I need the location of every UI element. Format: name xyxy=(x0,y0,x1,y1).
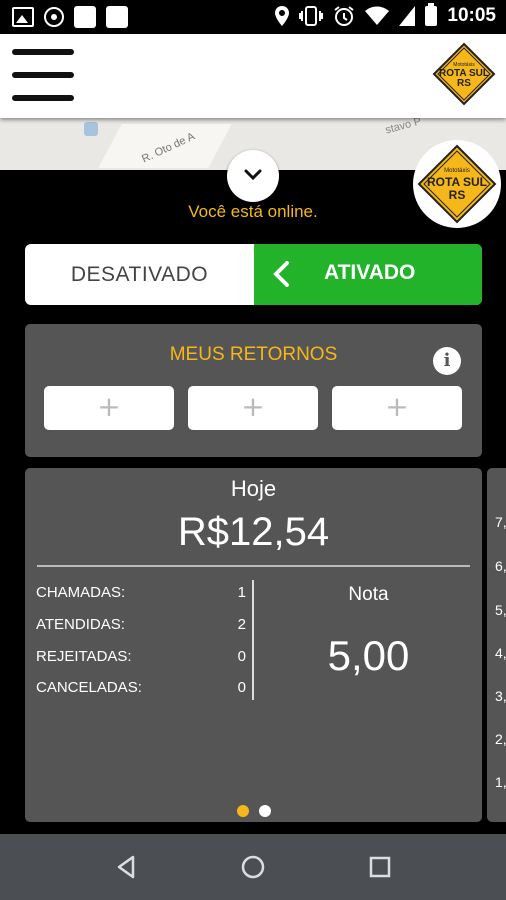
nota-value: 5,00 xyxy=(327,632,410,679)
stat-label: CHAMADAS: xyxy=(36,584,126,601)
location-pin-icon xyxy=(275,6,290,26)
toggle-on-option[interactable]: ATIVADO xyxy=(254,244,482,305)
add-retorno-button[interactable]: + xyxy=(332,386,462,430)
page-dot[interactable] xyxy=(258,805,271,817)
add-retorno-button[interactable]: + xyxy=(188,386,318,430)
nota-label: Nota xyxy=(348,584,389,605)
peek-value: 7, xyxy=(495,514,506,530)
daily-summary-card[interactable]: Hoje R$12,54 CHAMADAS: 1 ATENDIDAS: 2 RE… xyxy=(25,468,482,822)
stat-value: 0 xyxy=(237,648,246,665)
svg-text:Mototáxis: Mototáxis xyxy=(444,168,470,174)
app-square-icon xyxy=(106,6,128,28)
stat-value: 2 xyxy=(237,616,246,633)
app-bar: Mototáxis ROTA SUL RS xyxy=(0,34,506,118)
chevron-left-icon xyxy=(273,261,289,287)
system-nav-bar xyxy=(0,834,506,900)
stat-value: 1 xyxy=(237,584,246,601)
vibrate-icon xyxy=(299,6,324,26)
toggle-off-option[interactable]: DESATIVADO xyxy=(25,244,254,305)
image-icon xyxy=(12,7,34,27)
toggle-on-label: ATIVADO xyxy=(324,261,416,284)
collapse-map-button[interactable] xyxy=(227,150,279,202)
retornos-title: MEUS RETORNOS xyxy=(169,344,338,365)
peek-value: 2, xyxy=(495,731,506,747)
hamburger-menu-icon[interactable] xyxy=(12,49,74,101)
rota-sul-logo: Mototáxis ROTA SUL RS xyxy=(432,42,496,106)
page-indicator xyxy=(25,805,482,817)
svg-text:RS: RS xyxy=(457,78,471,89)
divider xyxy=(37,565,470,567)
battery-icon xyxy=(425,3,438,26)
toggle-off-label: DESATIVADO xyxy=(70,262,209,286)
info-icon[interactable]: i xyxy=(433,347,461,375)
status-bar-system: 10:05 xyxy=(275,3,496,27)
meus-retornos-panel: MEUS RETORNOS i + + + xyxy=(25,324,482,457)
page-dot-active[interactable] xyxy=(236,805,249,817)
stat-label: CANCELADAS: xyxy=(36,679,142,696)
status-bar: 10:05 xyxy=(0,0,506,34)
svg-text:ROTA SUL: ROTA SUL xyxy=(427,175,487,189)
peek-value: 1, xyxy=(495,774,506,790)
stat-label: ATENDIDAS: xyxy=(36,616,125,633)
map-poi-icon xyxy=(84,122,98,136)
signal-icon xyxy=(399,6,416,26)
alarm-icon xyxy=(334,6,354,26)
vertical-divider xyxy=(252,580,254,700)
availability-toggle[interactable]: DESATIVADO ATIVADO xyxy=(25,244,482,305)
stat-label: REJEITADAS: xyxy=(36,648,132,665)
location-target-icon xyxy=(44,7,64,27)
map-street-label: stavo P xyxy=(384,118,423,137)
status-bar-notifications xyxy=(12,6,128,28)
stat-value: 0 xyxy=(237,679,246,696)
summary-period: Hoje xyxy=(230,476,277,501)
summary-amount: R$12,54 xyxy=(177,510,330,554)
rota-sul-logo-badge: Mototáxis ROTA SUL RS xyxy=(413,140,501,228)
svg-text:RS: RS xyxy=(449,188,466,202)
wifi-icon xyxy=(365,6,390,25)
peek-value: 4, xyxy=(495,645,506,661)
chevron-down-icon xyxy=(244,169,262,181)
recents-icon[interactable] xyxy=(366,853,394,881)
app-square-icon xyxy=(74,6,96,28)
clock: 10:05 xyxy=(447,5,496,26)
peek-value: 6, xyxy=(495,558,506,574)
peek-value: 3, xyxy=(495,688,506,704)
next-card-peek[interactable]: 7, 6, 5, 4, 3, 2, 1, xyxy=(487,468,506,822)
back-icon[interactable] xyxy=(113,853,141,881)
add-retorno-button[interactable]: + xyxy=(44,386,174,430)
home-icon[interactable] xyxy=(239,853,267,881)
peek-value: 5, xyxy=(495,602,506,618)
